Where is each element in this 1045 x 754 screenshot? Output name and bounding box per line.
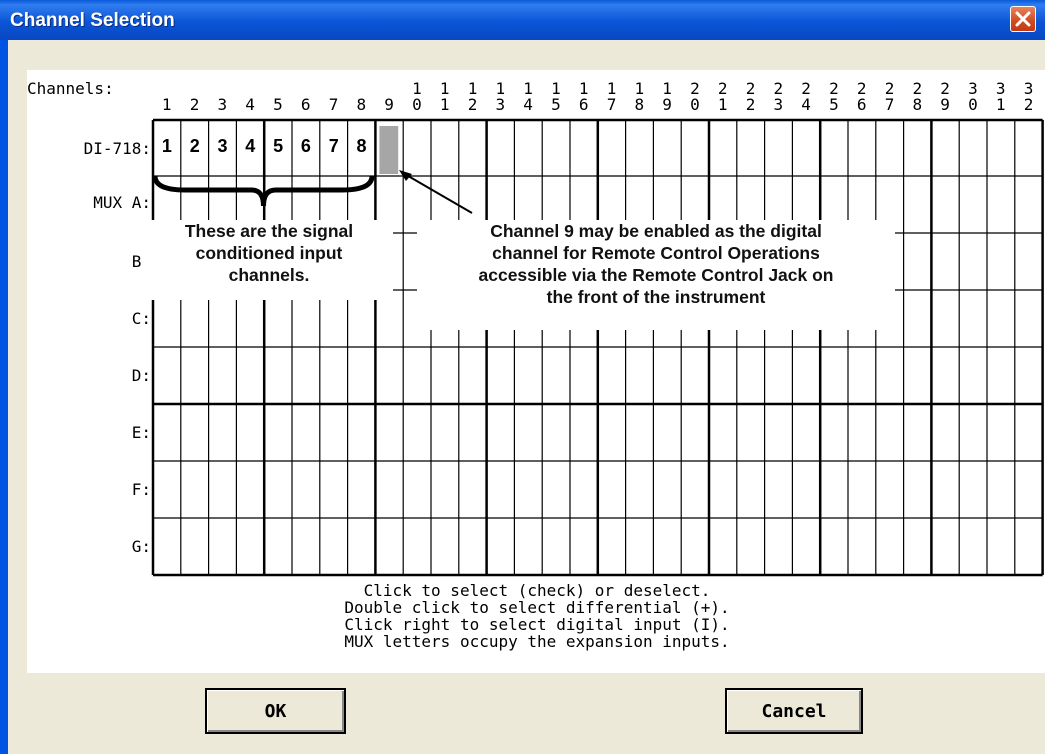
channel-grid-panel: Channels: 1234567891 01 11 21 31 41 51 6… bbox=[27, 70, 1045, 673]
di718-cell-4[interactable]: 4 bbox=[236, 136, 264, 157]
di718-cell-5[interactable]: 5 bbox=[264, 136, 292, 157]
window-title: Channel Selection bbox=[10, 10, 175, 31]
di718-cell-8[interactable]: 8 bbox=[348, 136, 376, 157]
channel9-callout: Channel 9 may be enabled as the digital … bbox=[417, 220, 895, 330]
di718-cell-2[interactable]: 2 bbox=[181, 136, 209, 157]
channel-9-enabled-cell[interactable] bbox=[379, 126, 399, 174]
close-button[interactable] bbox=[1010, 6, 1036, 32]
di718-cell-6[interactable]: 6 bbox=[292, 136, 320, 157]
title-bar[interactable]: Channel Selection bbox=[0, 0, 1045, 40]
signal-conditioned-callout: These are the signal conditioned input c… bbox=[145, 220, 393, 300]
cancel-button[interactable]: Cancel bbox=[725, 688, 863, 734]
close-icon bbox=[1015, 11, 1031, 27]
di718-cell-1[interactable]: 1 bbox=[153, 136, 181, 157]
instructions-text: Click to select (check) or deselect. Dou… bbox=[344, 581, 730, 651]
callout-arrow bbox=[402, 172, 473, 214]
di718-cell-7[interactable]: 7 bbox=[320, 136, 348, 157]
ok-button[interactable]: OK bbox=[205, 688, 346, 734]
di718-cell-3[interactable]: 3 bbox=[209, 136, 237, 157]
